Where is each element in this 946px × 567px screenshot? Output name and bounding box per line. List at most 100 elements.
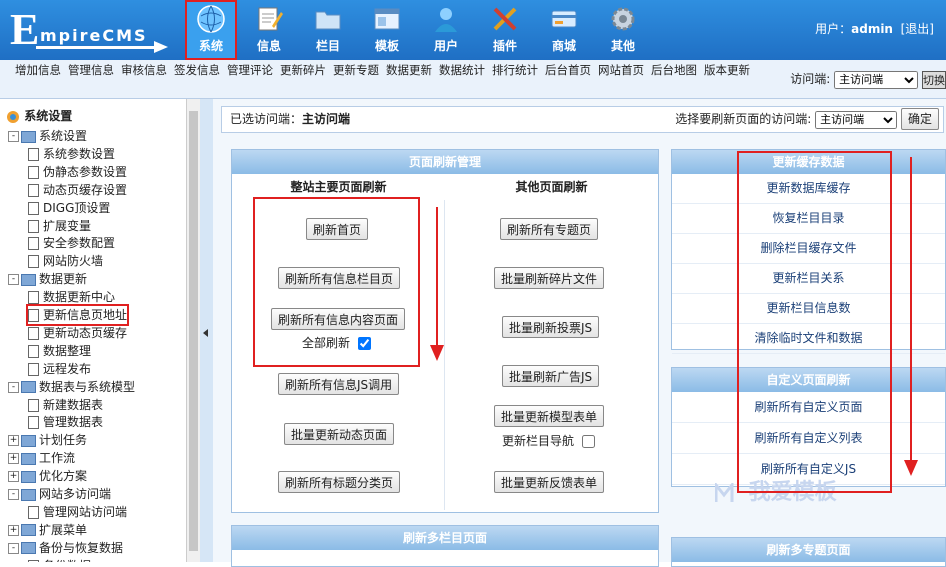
tree-folder[interactable]: + 优化方案 xyxy=(8,467,87,485)
tree-item[interactable]: 更新信息页地址 xyxy=(25,304,130,326)
tree-item[interactable]: 远程发布 xyxy=(28,360,91,378)
tree-item[interactable]: 动态页缓存设置 xyxy=(28,181,127,199)
tb-update-topic[interactable]: 更新专题 xyxy=(331,63,381,78)
tree-folder[interactable]: - 备份与恢复数据 xyxy=(8,539,123,557)
tree-item[interactable]: 安全参数配置 xyxy=(28,234,115,252)
collapse-icon[interactable]: - xyxy=(8,489,19,500)
tree-label: 数据整理 xyxy=(43,343,92,358)
batch-feedback-button[interactable]: 批量更新反馈表单 xyxy=(494,471,605,493)
tree-folder[interactable]: - 网站多访问端 xyxy=(8,485,111,503)
all-refresh-checkbox[interactable] xyxy=(357,337,371,350)
logout-link[interactable]: [退出] xyxy=(901,22,934,36)
tb-manage-comment[interactable]: 管理评论 xyxy=(225,63,275,78)
tb-site-home[interactable]: 网站首页 xyxy=(596,63,646,78)
update-column-count-link[interactable]: 更新栏目信息数 xyxy=(672,294,945,324)
tb-sign-info[interactable]: 签发信息 xyxy=(172,63,222,78)
nav-info[interactable]: 信息 xyxy=(243,0,295,60)
expand-icon[interactable]: + xyxy=(8,453,19,465)
nav-other[interactable]: 其他 xyxy=(597,0,649,60)
tb-update-fragment[interactable]: 更新碎片 xyxy=(278,63,328,78)
tree-folder[interactable]: - 数据表与系统模型 xyxy=(8,378,135,396)
refresh-topics-button[interactable]: 刷新所有专题页 xyxy=(500,218,599,240)
restore-column-dir-link[interactable]: 恢复栏目目录 xyxy=(672,204,945,234)
document-icon xyxy=(28,237,39,251)
tree-item[interactable]: 新建数据表 xyxy=(28,396,103,414)
delete-column-cache-link[interactable]: 删除栏目缓存文件 xyxy=(672,234,945,264)
tree-folder[interactable]: - 数据更新 xyxy=(8,270,87,288)
nav-user[interactable]: 用户 xyxy=(420,0,472,60)
multi-column-title: 刷新多栏目页面 xyxy=(232,526,658,550)
tb-manage-info[interactable]: 管理信息 xyxy=(66,63,116,78)
tree-folder[interactable]: + 工作流 xyxy=(8,449,75,467)
tree-item[interactable]: 更新动态页缓存 xyxy=(28,324,127,342)
document-icon xyxy=(28,165,39,179)
nav-column[interactable]: 栏目 xyxy=(302,0,354,60)
tree-label: 动态页缓存设置 xyxy=(43,182,128,197)
switch-button[interactable]: 切换 xyxy=(922,70,946,89)
tree-item[interactable]: 备份数据 xyxy=(28,557,91,562)
tree-folder[interactable]: - 系统设置 xyxy=(8,127,87,145)
empirecms-logo[interactable]: E mpireCMS xyxy=(6,8,178,54)
expand-icon[interactable]: + xyxy=(8,435,19,447)
column-divider xyxy=(444,200,445,510)
refresh-js-button[interactable]: 刷新所有信息JS调用 xyxy=(278,373,400,395)
tree-label: 数据表与系统模型 xyxy=(39,379,136,394)
tb-admin-map[interactable]: 后台地图 xyxy=(649,63,699,78)
tree-scrollbar[interactable] xyxy=(186,99,201,562)
collapse-icon[interactable]: - xyxy=(8,542,19,554)
tree-label: 备份数据 xyxy=(43,559,91,562)
nav-system[interactable]: 系统 xyxy=(185,0,237,60)
collapse-splitter[interactable] xyxy=(200,99,213,562)
batch-ad-js-button[interactable]: 批量刷新广告JS xyxy=(502,365,600,387)
update-column-relation-link[interactable]: 更新栏目关系 xyxy=(672,264,945,294)
access-select[interactable]: 主访问端 xyxy=(834,71,919,89)
refresh-title-class-button[interactable]: 刷新所有标题分类页 xyxy=(278,471,401,493)
tb-version-update[interactable]: 版本更新 xyxy=(702,63,752,78)
refresh-custom-lists-link[interactable]: 刷新所有自定义列表 xyxy=(672,423,945,454)
folder-icon xyxy=(21,524,36,537)
tree-item[interactable]: 数据整理 xyxy=(28,342,91,360)
tb-review-info[interactable]: 审核信息 xyxy=(119,63,169,78)
confirm-button[interactable]: 确定 xyxy=(900,107,939,130)
tree-item[interactable]: DIGG顶设置 xyxy=(28,199,110,217)
refresh-column-pages-button[interactable]: 刷新所有信息栏目页 xyxy=(278,267,401,289)
expand-icon[interactable]: + xyxy=(8,471,19,483)
tree-item[interactable]: 数据更新中心 xyxy=(28,288,115,306)
batch-fragment-button[interactable]: 批量刷新碎片文件 xyxy=(494,267,605,289)
tree-folder[interactable]: + 扩展菜单 xyxy=(8,521,87,539)
folder-icon xyxy=(21,542,36,555)
batch-vote-js-button[interactable]: 批量刷新投票JS xyxy=(502,316,600,338)
nav-plugin[interactable]: 插件 xyxy=(479,0,531,60)
nav-shop[interactable]: 商城 xyxy=(538,0,590,60)
clear-temp-link[interactable]: 清除临时文件和数据 xyxy=(672,324,945,354)
choose-access-select[interactable]: 主访问端 xyxy=(815,111,898,129)
watermark: 我爱模板 xyxy=(714,474,837,506)
tree-folder[interactable]: + 计划任务 xyxy=(8,431,87,449)
collapse-icon[interactable]: - xyxy=(8,274,19,286)
tree-item[interactable]: 系统参数设置 xyxy=(28,145,115,163)
refresh-custom-pages-link[interactable]: 刷新所有自定义页面 xyxy=(672,392,945,423)
scroll-thumb[interactable] xyxy=(189,111,198,551)
collapse-icon[interactable]: - xyxy=(8,381,19,393)
update-db-cache-link[interactable]: 更新数据库缓存 xyxy=(672,174,945,204)
tree-item[interactable]: 管理数据表 xyxy=(28,413,103,431)
tb-rank-stats[interactable]: 排行统计 xyxy=(490,63,540,78)
tb-data-update[interactable]: 数据更新 xyxy=(384,63,434,78)
tree-item[interactable]: 管理网站访问端 xyxy=(28,503,127,521)
update-nav-checkbox[interactable] xyxy=(581,435,595,448)
collapse-icon[interactable]: - xyxy=(8,131,19,142)
tree-item[interactable]: 网站防火墙 xyxy=(28,252,103,270)
tree-item[interactable]: 扩展变量 xyxy=(28,217,91,235)
batch-model-form-button[interactable]: 批量更新模型表单 xyxy=(494,405,605,427)
nav-template[interactable]: 模板 xyxy=(361,0,413,60)
tree-root[interactable]: 系统设置 xyxy=(6,107,72,125)
tree-item[interactable]: 伪静态参数设置 xyxy=(28,163,127,181)
batch-dynamic-button[interactable]: 批量更新动态页面 xyxy=(284,423,395,445)
refresh-content-pages-button[interactable]: 刷新所有信息内容页面 xyxy=(271,308,406,330)
tb-admin-home[interactable]: 后台首页 xyxy=(543,63,593,78)
refresh-home-button[interactable]: 刷新首页 xyxy=(306,218,369,240)
tb-add-info[interactable]: 增加信息 xyxy=(13,63,63,78)
tb-data-stats[interactable]: 数据统计 xyxy=(437,63,487,78)
col-main-title: 整站主要页面刷新 xyxy=(290,180,387,194)
expand-icon[interactable]: + xyxy=(8,524,19,536)
